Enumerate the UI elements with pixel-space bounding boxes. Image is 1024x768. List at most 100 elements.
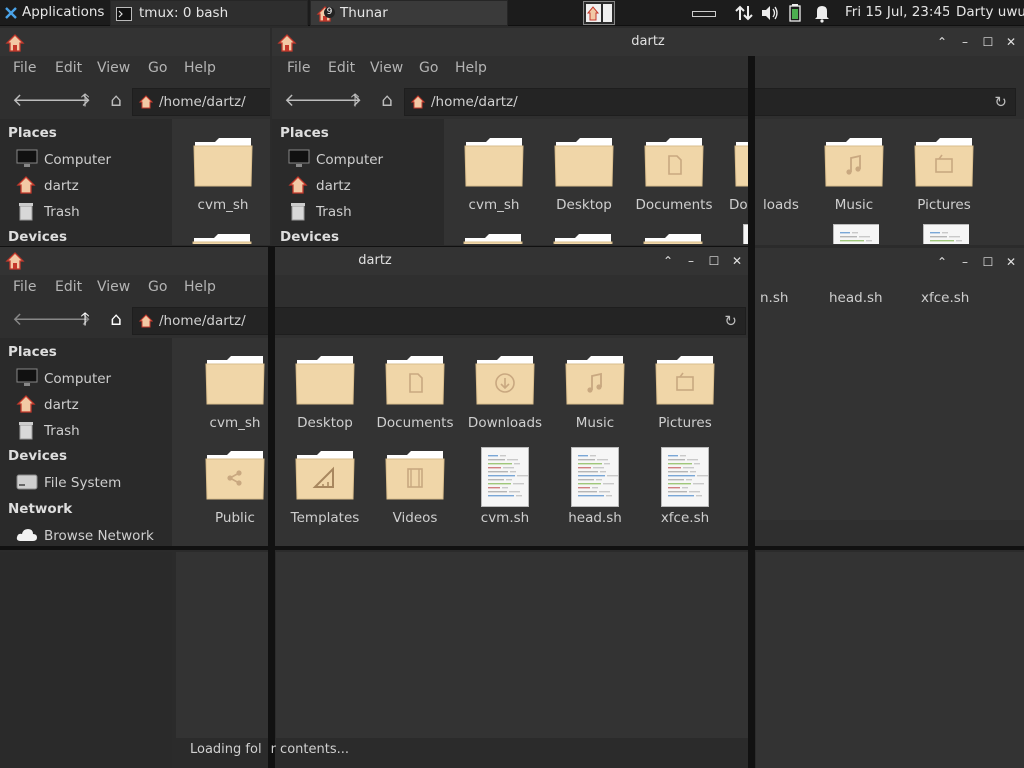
home-icon[interactable]: ⌂ bbox=[376, 91, 398, 111]
terminal-icon bbox=[116, 7, 132, 21]
file-item[interactable]: Templates bbox=[280, 443, 370, 533]
public-folder-icon bbox=[205, 451, 265, 500]
window-titlebar[interactable]: dartz ⌃ – ☐ ✕ bbox=[272, 28, 1024, 56]
location-path: /home/dartz/ bbox=[159, 313, 246, 329]
clock[interactable]: Fri 15 Jul, 23:45 bbox=[845, 0, 949, 26]
battery-icon[interactable] bbox=[788, 3, 802, 23]
window-titlebar[interactable]: dartz ⌃ – ☐ ✕ bbox=[0, 247, 750, 275]
file-item[interactable]: Public bbox=[190, 443, 280, 533]
back-arrow-icon[interactable]: 🡐 bbox=[12, 310, 60, 330]
file-item[interactable]: Downloads bbox=[460, 348, 550, 438]
file-view bbox=[172, 119, 270, 245]
menu-file[interactable]: File bbox=[287, 60, 310, 76]
location-bar[interactable]: /home/dartz/ ↻ bbox=[132, 307, 746, 335]
file-item[interactable]: Documents bbox=[370, 348, 460, 438]
places-header: Places bbox=[8, 344, 57, 360]
minimize-button[interactable]: – bbox=[684, 254, 698, 268]
file-item[interactable]: Desktop bbox=[280, 348, 370, 438]
file-item[interactable]: Pictures bbox=[640, 348, 730, 438]
file-manager-window-right[interactable]: ⌃ – ☐ ✕ n.sh head.sh xfce.sh bbox=[752, 248, 1024, 548]
workspace-switcher[interactable] bbox=[583, 0, 617, 26]
up-arrow-icon[interactable]: 🡑 bbox=[74, 91, 96, 111]
file-item[interactable]: xfce.sh bbox=[640, 443, 730, 533]
devices-header: Devices bbox=[8, 229, 67, 245]
volume-icon[interactable] bbox=[760, 3, 780, 23]
task-tmux[interactable]: tmux: 0 bash bbox=[110, 0, 308, 26]
keyboard-layout-icon[interactable] bbox=[692, 8, 716, 28]
minimize-button[interactable]: – bbox=[958, 255, 972, 269]
shell-script-icon bbox=[481, 447, 529, 507]
up-arrow-icon[interactable]: 🡑 bbox=[74, 310, 96, 330]
sidebar-item-label: Computer bbox=[44, 371, 112, 387]
home-icon[interactable]: ⌂ bbox=[105, 91, 127, 111]
forward-arrow-icon[interactable]: 🡒 bbox=[43, 310, 91, 330]
up-arrow-icon[interactable]: 🡑 bbox=[344, 91, 366, 111]
applications-menu[interactable]: Applications bbox=[2, 0, 108, 26]
shade-button[interactable]: ⌃ bbox=[935, 255, 949, 269]
close-button[interactable]: ✕ bbox=[1004, 255, 1018, 269]
reload-icon[interactable]: ↻ bbox=[724, 312, 737, 330]
maximize-button[interactable]: ☐ bbox=[981, 255, 995, 269]
sidebar-item-label: dartz bbox=[44, 397, 79, 413]
file-manager-window-back[interactable]: dartz ⌃ – ☐ ✕ File Edit View Go Help 🡐 🡒 🡑 … bbox=[272, 28, 1024, 245]
file-manager-window-left[interactable]: File Edit View Go Help 🡐 🡒 🡑 ⌂ /home/dar… bbox=[0, 28, 270, 245]
menu-edit[interactable]: Edit bbox=[328, 60, 355, 76]
reload-icon[interactable]: ↻ bbox=[994, 93, 1007, 111]
toolbar: 🡐 🡒 🡑 ⌂ /home/dartz/ ↻ bbox=[272, 83, 1024, 119]
applications-label: Applications bbox=[22, 4, 105, 20]
trash-icon bbox=[19, 422, 33, 440]
menu-view[interactable]: View bbox=[97, 279, 130, 295]
window-titlebar[interactable]: ⌃ – ☐ ✕ bbox=[752, 248, 1024, 276]
home-folder-icon bbox=[288, 176, 308, 194]
back-arrow-icon[interactable]: 🡐 bbox=[12, 91, 60, 111]
file-label: Templates bbox=[290, 510, 360, 526]
window-title: dartz bbox=[358, 253, 392, 268]
notification-bell-icon[interactable] bbox=[814, 3, 830, 23]
menu-help[interactable]: Help bbox=[184, 60, 216, 76]
back-arrow-icon[interactable]: 🡐 bbox=[284, 91, 332, 111]
task-thunar[interactable]: 9 Thunar bbox=[310, 0, 508, 26]
menu-edit[interactable]: Edit bbox=[55, 279, 82, 295]
home-folder-icon bbox=[16, 395, 36, 413]
computer-icon bbox=[288, 149, 310, 167]
file-item[interactable]: Music bbox=[550, 348, 640, 438]
menu-bar: File Edit View Go Help bbox=[0, 275, 750, 301]
location-bar[interactable]: /home/dartz/ bbox=[132, 88, 270, 116]
close-button[interactable]: ✕ bbox=[730, 254, 744, 268]
file-manager-window-main[interactable]: dartz ⌃ – ☐ ✕ File Edit View Go Help 🡐 🡒 🡑 … bbox=[0, 246, 750, 548]
menu-help[interactable]: Help bbox=[455, 60, 487, 76]
window-titlebar[interactable] bbox=[0, 28, 270, 56]
menu-go[interactable]: Go bbox=[148, 60, 167, 76]
sidebar-item-label: Computer bbox=[44, 152, 112, 168]
places-header: Places bbox=[8, 125, 57, 141]
location-bar[interactable]: /home/dartz/ ↻ bbox=[404, 88, 1016, 116]
close-button[interactable]: ✕ bbox=[1004, 35, 1018, 49]
file-item[interactable]: cvm_sh bbox=[190, 348, 280, 438]
menu-go[interactable]: Go bbox=[419, 60, 438, 76]
workspace-icon bbox=[583, 1, 615, 25]
maximize-button[interactable]: ☐ bbox=[981, 35, 995, 49]
forward-arrow-icon[interactable]: 🡒 bbox=[314, 91, 362, 111]
menu-help[interactable]: Help bbox=[184, 279, 216, 295]
file-item[interactable]: head.sh bbox=[550, 443, 640, 533]
forward-arrow-icon[interactable]: 🡒 bbox=[43, 91, 91, 111]
network-transfer-icon[interactable] bbox=[734, 3, 754, 23]
sidebar-item-label: Trash bbox=[44, 204, 80, 220]
menu-go[interactable]: Go bbox=[148, 279, 167, 295]
user-menu[interactable]: Darty uwu bbox=[956, 0, 1024, 26]
maximize-button[interactable]: ☐ bbox=[707, 254, 721, 268]
menu-view[interactable]: View bbox=[370, 60, 403, 76]
shade-button[interactable]: ⌃ bbox=[661, 254, 675, 268]
devices-header: Devices bbox=[280, 229, 339, 245]
menu-view[interactable]: View bbox=[97, 60, 130, 76]
menu-file[interactable]: File bbox=[13, 60, 36, 76]
minimize-button[interactable]: – bbox=[958, 35, 972, 49]
file-item[interactable]: cvm.sh bbox=[460, 443, 550, 533]
file-item[interactable]: Videos bbox=[370, 443, 460, 533]
file-label: Videos bbox=[392, 510, 438, 526]
menu-edit[interactable]: Edit bbox=[55, 60, 82, 76]
shade-button[interactable]: ⌃ bbox=[935, 35, 949, 49]
menu-file[interactable]: File bbox=[13, 279, 36, 295]
home-icon[interactable]: ⌂ bbox=[105, 310, 127, 330]
shell-script-icon bbox=[571, 447, 619, 507]
